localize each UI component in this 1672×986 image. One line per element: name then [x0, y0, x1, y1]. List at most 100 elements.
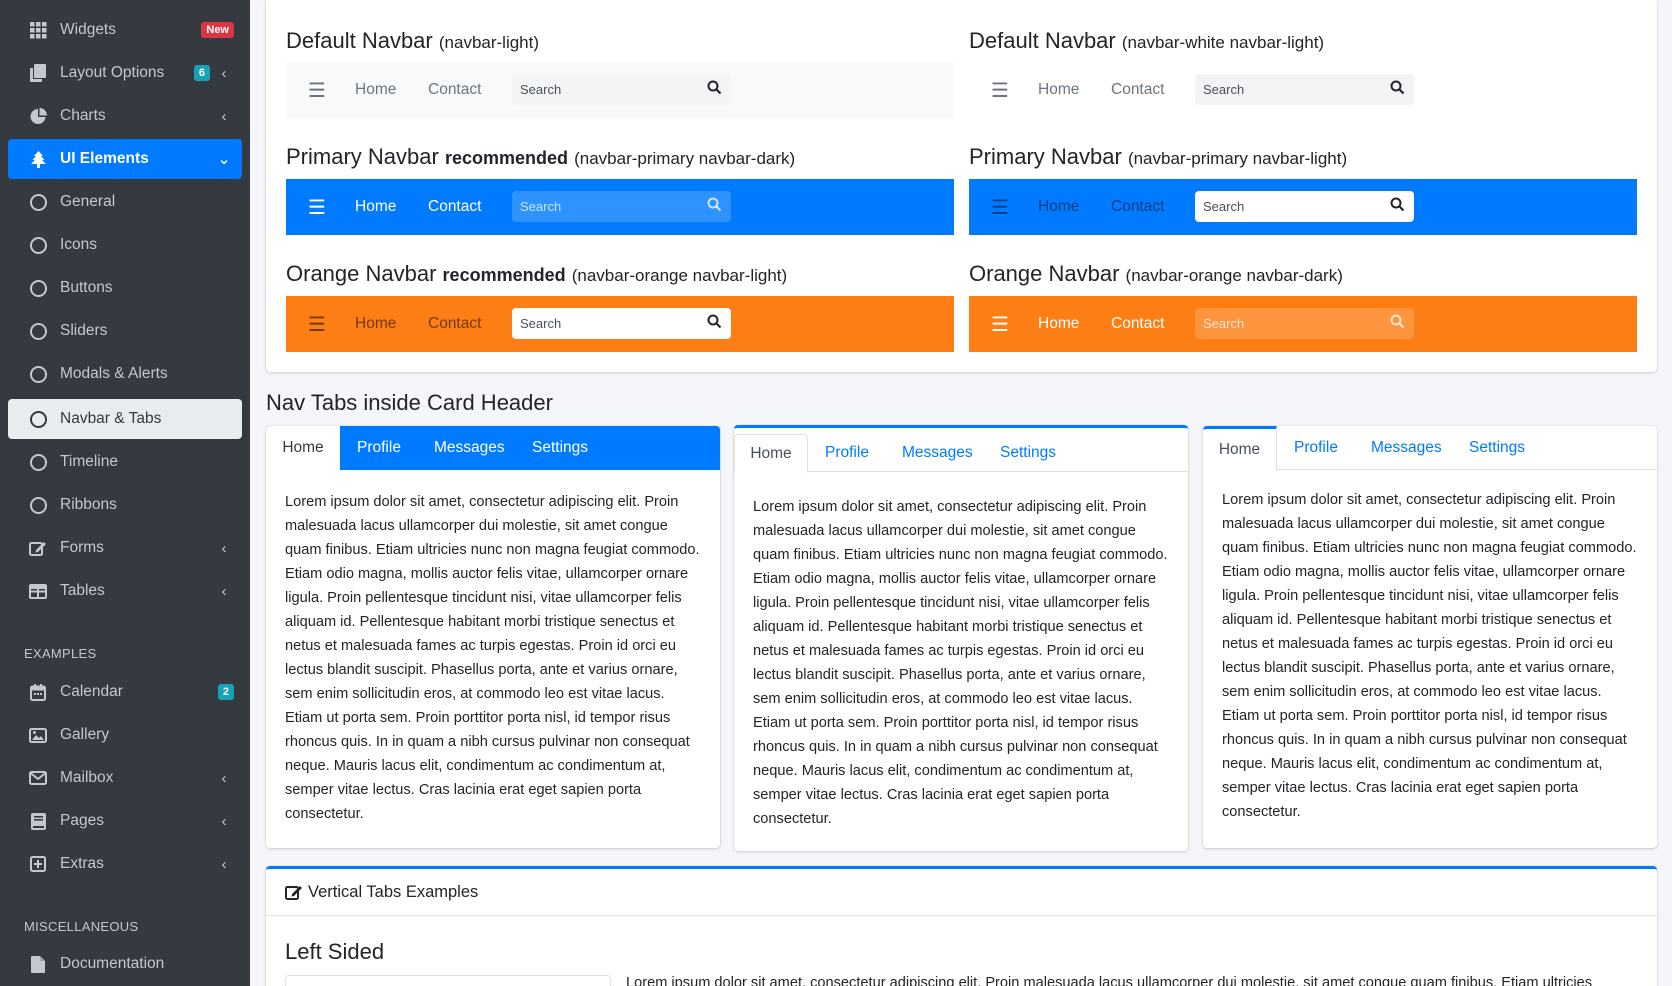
sidebar-item-navbar-tabs[interactable]: Navbar & Tabs [8, 399, 242, 439]
nav-link-contact[interactable]: Contact [428, 315, 481, 333]
sidebar-item-tables[interactable]: Tables ‹ [8, 571, 242, 611]
search-icon[interactable] [1390, 197, 1405, 215]
sidebar-item-mailbox[interactable]: Mailbox ‹ [8, 758, 242, 798]
plus-square-icon [28, 856, 48, 872]
search-input[interactable]: Search [1195, 308, 1414, 339]
bars-icon[interactable]: ☰ [991, 312, 1009, 337]
search-input[interactable]: Search [1195, 191, 1414, 222]
chevron-left-icon: ‹ [221, 812, 227, 830]
image-icon [28, 727, 48, 743]
nav-link-home[interactable]: Home [355, 198, 396, 216]
calendar-icon [28, 683, 48, 701]
navbar-title: Default Navbar (navbar-light) [286, 28, 540, 53]
edit-icon [285, 884, 304, 906]
vertical-tabs-card: Vertical Tabs Examples Left Sided Lorem … [266, 866, 1657, 986]
sidebar-item-ribbons[interactable]: Ribbons [8, 485, 242, 525]
sidebar-item-label: Buttons [60, 279, 113, 296]
bars-icon[interactable]: ☰ [991, 195, 1009, 220]
nav-link-contact[interactable]: Contact [1111, 198, 1164, 216]
sidebar-item-label: Icons [60, 236, 98, 253]
table-icon [28, 583, 48, 599]
sidebar-item-label: Layout Options [60, 64, 165, 81]
file-icon [28, 955, 48, 973]
tab-home[interactable]: Home [734, 434, 808, 473]
tab-profile[interactable]: Profile [1294, 426, 1338, 470]
bars-icon[interactable]: ☰ [991, 78, 1009, 103]
tab-settings[interactable]: Settings [1000, 431, 1056, 475]
sidebar-item-sliders[interactable]: Sliders [8, 311, 242, 351]
navbar-title: Default Navbar (navbar-white navbar-ligh… [969, 28, 1325, 53]
search-icon[interactable] [1390, 80, 1405, 98]
sidebar-item-label: Tables [60, 582, 105, 599]
bars-icon[interactable]: ☰ [308, 78, 326, 103]
chevron-left-icon: ‹ [221, 107, 227, 125]
nav-link-home[interactable]: Home [355, 81, 396, 99]
sidebar-item-buttons[interactable]: Buttons [8, 268, 242, 308]
tab-messages[interactable]: Messages [1371, 426, 1442, 470]
sidebar-item-label: Mailbox [60, 769, 114, 786]
search-icon[interactable] [707, 80, 722, 98]
tab-profile[interactable]: Profile [825, 431, 869, 475]
circle-icon [28, 453, 48, 471]
tab-home[interactable]: Home [266, 426, 340, 470]
circle-icon [28, 365, 48, 383]
sidebar-item-modals-alerts[interactable]: Modals & Alerts [8, 354, 242, 394]
nav-link-home[interactable]: Home [1038, 315, 1079, 333]
sidebar-item-timeline[interactable]: Timeline [8, 442, 242, 482]
circle-icon [28, 236, 48, 254]
search-icon[interactable] [707, 314, 722, 332]
sidebar-item-general[interactable]: General [8, 182, 242, 222]
left-sided-heading: Left Sided [285, 939, 385, 964]
search-input[interactable]: Search [512, 191, 731, 222]
bars-icon[interactable]: ☰ [308, 312, 326, 337]
tab-card-outline: Home Profile Messages Settings Lorem ips… [734, 425, 1188, 851]
misc-header: MISCELLANEOUS [24, 919, 139, 934]
sidebar-item-extras[interactable]: Extras ‹ [8, 844, 242, 884]
sidebar-item-documentation[interactable]: Documentation [8, 944, 242, 984]
search-icon[interactable] [707, 197, 722, 215]
sidebar-item-label: Ribbons [60, 496, 117, 513]
sidebar-item-label: Forms [60, 539, 104, 556]
sidebar-item-label: Pages [60, 812, 104, 829]
vertical-tab-list[interactable] [285, 975, 611, 986]
card-header-tabs: Home Profile Messages Settings [1203, 426, 1657, 471]
sidebar-item-widgets[interactable]: Widgets New [8, 10, 242, 50]
sidebar-item-icons[interactable]: Icons [8, 225, 242, 265]
tab-settings[interactable]: Settings [532, 426, 588, 470]
sidebar-item-label: Charts [60, 107, 106, 124]
nav-link-home[interactable]: Home [355, 315, 396, 333]
sidebar-item-label: Documentation [60, 955, 165, 972]
search-icon[interactable] [1390, 314, 1405, 332]
tab-profile[interactable]: Profile [357, 426, 401, 470]
circle-icon [28, 496, 48, 514]
tab-messages[interactable]: Messages [902, 431, 973, 475]
nav-link-home[interactable]: Home [1038, 81, 1079, 99]
nav-link-contact[interactable]: Contact [428, 198, 481, 216]
chevron-left-icon: ‹ [221, 582, 227, 600]
tab-settings[interactable]: Settings [1469, 426, 1525, 470]
sidebar-item-gallery[interactable]: Gallery [8, 715, 242, 755]
nav-link-contact[interactable]: Contact [1111, 315, 1164, 333]
sidebar-item-charts[interactable]: Charts ‹ [8, 96, 242, 136]
chevron-down-icon: ⌄ [217, 151, 231, 168]
circle-icon [28, 322, 48, 340]
nav-link-home[interactable]: Home [1038, 198, 1079, 216]
search-input[interactable]: Search [512, 74, 731, 105]
nav-link-contact[interactable]: Contact [428, 81, 481, 99]
sidebar-item-label: Sliders [60, 322, 108, 339]
sidebar-item-calendar[interactable]: Calendar 2 [8, 672, 242, 712]
nav-link-contact[interactable]: Contact [1111, 81, 1164, 99]
navbar-title: Orange Navbar (navbar-orange navbar-dark… [969, 261, 1343, 286]
bars-icon[interactable]: ☰ [308, 195, 326, 220]
sidebar-item-label: Timeline [60, 453, 118, 470]
sidebar-item-label: Widgets [60, 21, 116, 38]
sidebar-item-layout-options[interactable]: Layout Options 6 ‹ [8, 53, 242, 93]
tab-messages[interactable]: Messages [434, 426, 505, 470]
sidebar-item-ui-elements[interactable]: UI Elements ⌄ [8, 139, 242, 179]
tab-home[interactable]: Home [1203, 426, 1277, 471]
sidebar-item-forms[interactable]: Forms ‹ [8, 528, 242, 568]
search-input[interactable]: Search [512, 308, 731, 339]
search-input[interactable]: Search [1195, 74, 1414, 105]
sidebar-item-pages[interactable]: Pages ‹ [8, 801, 242, 841]
navbar-title: Orange Navbar recommended (navbar-orange… [286, 261, 788, 286]
